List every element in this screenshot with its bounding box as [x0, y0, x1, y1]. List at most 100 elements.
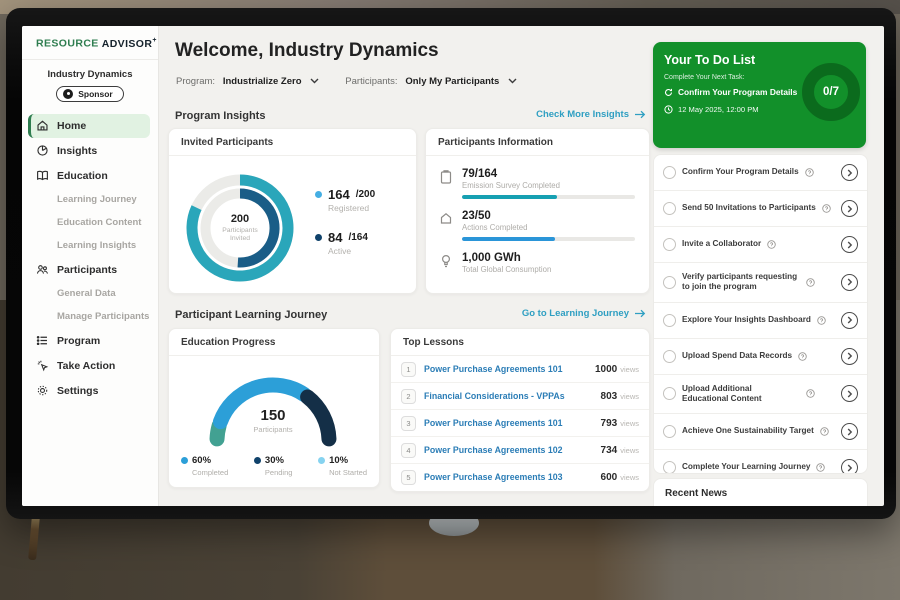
views-suffix: views: [620, 365, 639, 374]
lesson-link[interactable]: Financial Considerations - VPPAs: [424, 391, 601, 401]
sidebar-item-education[interactable]: Education: [28, 164, 150, 188]
program-filter[interactable]: Program: Industrialize Zero: [176, 76, 319, 87]
chevron-right-icon[interactable]: [841, 312, 858, 329]
sidebar-item-program[interactable]: Program: [28, 329, 150, 353]
card-title: Top Lessons: [391, 329, 649, 356]
legend-suffix: /200: [356, 189, 375, 200]
help-icon[interactable]: [806, 389, 815, 398]
check-more-insights-label: Check More Insights: [536, 109, 629, 120]
todo-progress-count: 0/7: [823, 86, 839, 98]
task-checkbox[interactable]: [663, 276, 676, 289]
legend-item-completed: 60% Completed: [181, 455, 228, 477]
lesson-link[interactable]: Power Purchase Agreements 101: [424, 418, 601, 428]
task-checkbox[interactable]: [663, 461, 676, 474]
task-label: Confirm Your Program Details: [682, 167, 799, 177]
sidebar-item-education-content[interactable]: Education Content: [28, 212, 150, 234]
chevron-right-icon[interactable]: [841, 459, 858, 474]
sidebar-item-label: Take Action: [57, 360, 115, 372]
sidebar-item-learning-journey[interactable]: Learning Journey: [28, 189, 150, 211]
task-checkbox[interactable]: [663, 387, 676, 400]
sidebar-item-learning-insights[interactable]: Learning Insights: [28, 235, 150, 257]
help-icon[interactable]: [805, 168, 814, 177]
clock-icon: [664, 105, 673, 114]
progress-track: [462, 195, 635, 199]
todo-due-label: 12 May 2025, 12:00 PM: [678, 105, 759, 114]
chevron-right-icon[interactable]: [841, 164, 858, 181]
survey-icon: [440, 168, 453, 199]
sidebar-item-label: Education: [57, 170, 108, 182]
app-logo: RESOURCEADVISOR+: [22, 26, 158, 59]
views-suffix: views: [620, 419, 639, 428]
gauge-chart: [198, 363, 348, 449]
task-label: Upload Spend Data Records: [682, 351, 792, 361]
legend-pct: 10%: [329, 455, 348, 466]
logo-primary: RESOURCE: [36, 38, 99, 50]
lesson-rank: 3: [401, 416, 416, 431]
legend-item-pending: 30% Pending: [254, 455, 293, 477]
sponsor-icon: [63, 89, 73, 99]
chevron-down-icon: [508, 78, 517, 84]
lesson-link[interactable]: Power Purchase Agreements 102: [424, 445, 601, 455]
chevron-right-icon[interactable]: [841, 348, 858, 365]
sidebar-item-insights[interactable]: Insights: [28, 139, 150, 163]
insights-icon: [36, 144, 49, 157]
task-checkbox[interactable]: [663, 238, 676, 251]
task-checkbox[interactable]: [663, 350, 676, 363]
stat-value: 1,000 GWh: [462, 252, 635, 264]
lesson-link[interactable]: Power Purchase Agreements 103: [424, 472, 601, 482]
chevron-right-icon[interactable]: [841, 274, 858, 291]
help-icon[interactable]: [798, 352, 807, 361]
task-checkbox[interactable]: [663, 314, 676, 327]
help-icon[interactable]: [806, 278, 815, 287]
donut-center: 200 Participants Invited: [181, 169, 299, 287]
stat-value: 79/164: [462, 168, 635, 180]
program-filter-value: Industrialize Zero: [223, 76, 302, 87]
todo-next-task: Confirm Your Program Details: [664, 87, 797, 97]
gauge-center-value: 150: [198, 407, 348, 424]
help-icon[interactable]: [817, 316, 826, 325]
organization-name: Industry Dynamics: [22, 69, 158, 80]
sponsor-badge[interactable]: Sponsor: [56, 86, 123, 102]
help-icon[interactable]: [822, 204, 831, 213]
legend-dot: [315, 191, 322, 198]
lesson-row: 1 Power Purchase Agreements 101 1000view…: [391, 356, 649, 382]
check-more-insights-link[interactable]: Check More Insights: [536, 109, 646, 120]
help-icon[interactable]: [816, 463, 825, 472]
lesson-row: 5 Power Purchase Agreements 103 600views: [391, 463, 649, 490]
help-icon[interactable]: [767, 240, 776, 249]
task-row: Invite a Collaborator: [654, 227, 867, 263]
sidebar-item-settings[interactable]: Settings: [28, 379, 150, 403]
program-filter-label: Program:: [176, 76, 215, 87]
sidebar-item-manage-participants[interactable]: Manage Participants: [28, 306, 150, 328]
chevron-right-icon[interactable]: [841, 200, 858, 217]
sidebar-item-participants[interactable]: Participants: [28, 258, 150, 282]
participants-filter[interactable]: Participants: Only My Participants: [345, 76, 517, 87]
help-icon[interactable]: [820, 427, 829, 436]
task-checkbox[interactable]: [663, 166, 676, 179]
education-icon: [36, 169, 49, 182]
filter-bar: Program: Industrialize Zero Participants…: [176, 76, 517, 87]
todo-next-task-label: Confirm Your Program Details: [678, 87, 797, 97]
sidebar-item-general-data[interactable]: General Data: [28, 283, 150, 305]
go-to-learning-journey-link[interactable]: Go to Learning Journey: [522, 308, 646, 319]
todo-summary-card: Your To Do List Complete Your Next Task:…: [653, 42, 866, 148]
chevron-right-icon[interactable]: [841, 385, 858, 402]
sidebar-item-take-action[interactable]: Take Action: [28, 354, 150, 378]
sidebar-item-home[interactable]: Home: [28, 114, 150, 138]
chevron-right-icon[interactable]: [841, 236, 858, 253]
lesson-link[interactable]: Power Purchase Agreements 101: [424, 364, 595, 374]
take-action-icon: [36, 359, 49, 372]
chevron-right-icon[interactable]: [841, 423, 858, 440]
sidebar-item-label: Insights: [57, 145, 97, 157]
page-title: Welcome, Industry Dynamics: [175, 40, 439, 62]
task-label: Send 50 Invitations to Participants: [682, 203, 816, 213]
go-to-learning-journey-label: Go to Learning Journey: [522, 308, 629, 319]
task-checkbox[interactable]: [663, 425, 676, 438]
todo-progress-ring: 0/7: [802, 63, 860, 121]
legend-item-active: 84/164 Active: [315, 230, 375, 256]
invited-participants-card: Invited Participants 200 Participants In…: [168, 128, 417, 294]
progress-fill: [462, 195, 557, 199]
legend-label: Completed: [192, 468, 228, 477]
task-checkbox[interactable]: [663, 202, 676, 215]
recent-news-title: Recent News: [654, 479, 867, 506]
